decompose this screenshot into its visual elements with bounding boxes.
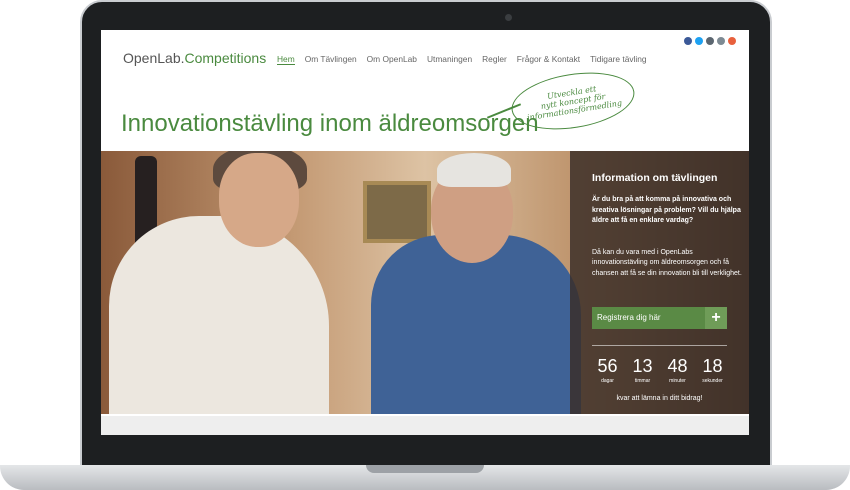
- rss-icon[interactable]: [717, 37, 725, 45]
- social-icons: [684, 37, 736, 45]
- register-button[interactable]: Registrera dig här +: [592, 307, 727, 329]
- countdown-footer: kvar att lämna in ditt bidrag!: [616, 395, 703, 402]
- info-title: Information om tävlingen: [592, 172, 718, 184]
- info-question: Är du bra på att komma på innovativa och…: [592, 196, 741, 225]
- countdown-seconds: 18 sekunder: [695, 356, 730, 384]
- nav-item-tidigare-tavling[interactable]: Tidigare tävling: [590, 54, 646, 65]
- nav-item-regler[interactable]: Regler: [482, 54, 507, 65]
- woman-figure: [109, 216, 329, 414]
- woman-head: [219, 153, 299, 247]
- plus-icon: +: [705, 307, 727, 329]
- countdown-days: 56 dagar: [590, 356, 625, 384]
- countdown-minutes-value: 48: [667, 356, 688, 376]
- register-button-label: Registrera dig här: [597, 313, 661, 322]
- laptop-notch: [366, 465, 484, 473]
- logo-main-text: OpenLab.: [123, 50, 185, 66]
- site-logo[interactable]: OpenLab.Competitions: [123, 50, 266, 66]
- countdown-days-label: dagar: [601, 378, 614, 384]
- website-screen: OpenLab.Competitions Hem Om Tävlingen Om…: [101, 30, 749, 435]
- info-description: Då kan du vara med i OpenLabs innovation…: [592, 249, 742, 277]
- countdown-hours-label: timmar: [634, 378, 651, 384]
- plus-icon[interactable]: [728, 37, 736, 45]
- info-panel: Information om tävlingen Är du bra på at…: [570, 151, 749, 414]
- twitter-icon[interactable]: [695, 37, 703, 45]
- countdown-seconds-label: sekunder: [702, 378, 723, 384]
- logo-accent-text: Competitions: [184, 50, 267, 66]
- countdown-hours: 13 timmar: [625, 356, 660, 384]
- countdown-hours-value: 13: [632, 356, 653, 376]
- footer-strip: [101, 416, 749, 435]
- countdown: 56 dagar 13 timmar 48 minuter 18 sekunde…: [590, 356, 730, 384]
- camera-icon: [505, 14, 512, 21]
- hero-photo: Information om tävlingen Är du bra på at…: [101, 151, 749, 414]
- nav-item-utmaningen[interactable]: Utmaningen: [427, 54, 472, 65]
- nav-item-om-tavlingen[interactable]: Om Tävlingen: [305, 54, 357, 65]
- man-hair: [437, 153, 511, 187]
- divider: [592, 345, 727, 346]
- facebook-icon[interactable]: [684, 37, 692, 45]
- countdown-minutes: 48 minuter: [660, 356, 695, 384]
- countdown-days-value: 56: [597, 356, 618, 376]
- wall-painting: [363, 181, 431, 243]
- main-nav: Hem Om Tävlingen Om OpenLab Utmaningen R…: [277, 54, 647, 65]
- nav-item-fragor-kontakt[interactable]: Frågor & Kontakt: [517, 54, 580, 65]
- email-icon[interactable]: [706, 37, 714, 45]
- hero-title: Innovationstävling inom äldreomsorgen: [121, 110, 539, 137]
- nav-item-hem[interactable]: Hem: [277, 54, 295, 65]
- countdown-seconds-value: 18: [702, 356, 723, 376]
- countdown-minutes-label: minuter: [669, 378, 686, 384]
- nav-item-om-openlab[interactable]: Om OpenLab: [367, 54, 417, 65]
